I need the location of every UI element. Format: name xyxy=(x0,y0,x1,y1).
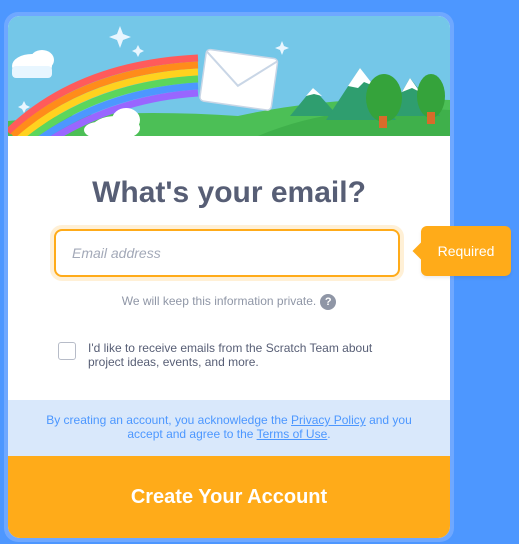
terms-of-use-link[interactable]: Terms of Use xyxy=(257,427,328,441)
privacy-policy-link[interactable]: Privacy Policy xyxy=(291,413,366,427)
create-account-button[interactable]: Create Your Account xyxy=(8,456,450,538)
page-title: What's your email? xyxy=(92,176,366,209)
email-consent-checkbox[interactable] xyxy=(58,342,76,360)
terms-disclaimer: By creating an account, you acknowledge … xyxy=(8,400,450,456)
signup-modal: What's your email? We will keep this inf… xyxy=(4,12,454,542)
privacy-note-text: We will keep this information private. xyxy=(121,294,317,309)
signup-modal-content: What's your email? We will keep this inf… xyxy=(8,16,450,538)
email-field-wrapper xyxy=(54,229,400,277)
help-icon[interactable]: ? xyxy=(320,294,337,310)
disclaimer-suffix: . xyxy=(327,427,331,441)
hero-illustration xyxy=(8,16,450,136)
email-input[interactable] xyxy=(56,231,398,275)
validation-tooltip-text: Required xyxy=(437,243,495,259)
email-consent-label: I'd like to receive emails from the Scra… xyxy=(88,341,373,369)
disclaimer-prefix: By creating an account, you acknowledge … xyxy=(46,413,292,427)
validation-tooltip: Required xyxy=(412,226,511,276)
privacy-note: We will keep this information private.? xyxy=(8,294,450,310)
